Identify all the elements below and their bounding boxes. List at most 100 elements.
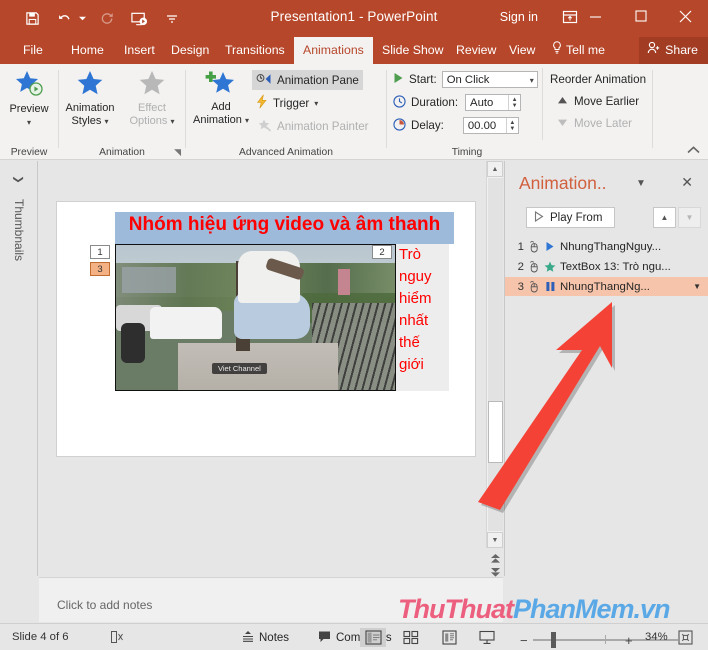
- tab-transitions[interactable]: Transitions: [216, 37, 294, 64]
- mouse-click-icon: [527, 260, 540, 273]
- comment-bubble-icon: [318, 630, 331, 646]
- tab-home[interactable]: Home: [62, 37, 113, 64]
- animation-move-up-icon[interactable]: ▲: [653, 207, 676, 228]
- animation-pane: Animation.. ▼ ✕ Play From ▲ ▼ 1 NhungTha…: [504, 161, 708, 576]
- delay-spinner[interactable]: ▲ ▼: [505, 118, 518, 133]
- slide-number-indicator[interactable]: Slide 4 of 6: [12, 631, 69, 643]
- trigger-button[interactable]: Trigger ▾: [252, 93, 322, 113]
- animation-item-1[interactable]: 1 NhungThangNguy...: [505, 237, 708, 256]
- tab-view[interactable]: View: [500, 37, 544, 64]
- duration-clock-icon: [393, 94, 406, 111]
- duration-spinner[interactable]: ▲ ▼: [508, 95, 520, 110]
- animation-styles-line2: Styles ▾: [71, 114, 109, 127]
- scroll-up-icon[interactable]: ▲: [487, 161, 503, 177]
- start-row: Start: On Click ▾: [393, 71, 538, 88]
- start-label: Start:: [409, 73, 437, 86]
- slide-title-placeholder[interactable]: Nhóm hiệu ứng video và âm thanh: [115, 212, 454, 244]
- mouse-click-icon: [527, 240, 540, 253]
- start-dropdown[interactable]: On Click ▾: [441, 71, 538, 88]
- duration-field[interactable]: Auto ▲ ▼: [465, 94, 522, 111]
- add-animation-caret-icon[interactable]: ▾: [245, 116, 249, 125]
- sign-in-button[interactable]: Sign in: [500, 10, 538, 24]
- animation-pane-menu-icon[interactable]: ▼: [636, 178, 646, 189]
- notes-icon: [242, 630, 254, 646]
- tab-design[interactable]: Design: [162, 37, 218, 64]
- duration-label: Duration:: [411, 96, 459, 109]
- normal-view-button[interactable]: [360, 628, 386, 647]
- slide-sorter-view-button[interactable]: [398, 628, 424, 647]
- spell-check-icon[interactable]: [110, 630, 125, 647]
- lightbulb-icon: [552, 37, 562, 64]
- maximize-button[interactable]: [618, 0, 663, 32]
- tab-animations[interactable]: Animations: [294, 37, 373, 64]
- duration-row: Duration: Auto ▲ ▼: [393, 94, 522, 111]
- animation-item-1-number: 1: [517, 240, 524, 253]
- thumbnails-rail[interactable]: ❯ Thumbnails: [0, 161, 38, 576]
- zoom-in-button[interactable]: +: [625, 633, 633, 648]
- minimize-button[interactable]: [573, 0, 618, 32]
- tell-me-box[interactable]: Tell me: [543, 37, 614, 64]
- move-later-button[interactable]: Move Later: [557, 117, 632, 130]
- reading-view-button[interactable]: [436, 628, 462, 647]
- video-bystander: [121, 323, 145, 363]
- animation-tag-3[interactable]: 3: [90, 262, 110, 276]
- scrollbar-track[interactable]: [488, 178, 503, 531]
- start-chevron-down-icon[interactable]: ▾: [530, 76, 534, 85]
- animation-tag-2[interactable]: 2: [372, 245, 392, 259]
- slide-canvas[interactable]: Nhóm hiệu ứng video và âm thanh Viet Cha…: [56, 201, 476, 457]
- collapse-ribbon-icon[interactable]: [687, 146, 700, 157]
- effect-options-star-icon: [121, 70, 183, 100]
- zoom-slider-thumb[interactable]: [551, 632, 556, 648]
- previous-slide-icon[interactable]: [489, 552, 502, 565]
- close-button[interactable]: [663, 0, 708, 32]
- tab-slide-show[interactable]: Slide Show: [373, 37, 453, 64]
- trigger-caret-icon[interactable]: ▾: [314, 99, 318, 108]
- tab-review[interactable]: Review: [447, 37, 505, 64]
- slide-vertical-scrollbar[interactable]: ▲ ▼: [486, 161, 503, 548]
- watermark-part-2: PhanMem.vn: [512, 594, 671, 624]
- slide-video-object[interactable]: Viet Channel: [115, 244, 396, 391]
- animation-item-3-dropdown-icon[interactable]: ▼: [693, 282, 701, 291]
- move-earlier-button[interactable]: Move Earlier: [557, 95, 639, 108]
- move-later-down-icon: [557, 117, 568, 130]
- animation-styles-button[interactable]: Animation Styles ▾: [59, 68, 121, 128]
- animation-pane-button[interactable]: Animation Pane: [252, 70, 363, 90]
- animation-move-down-icon[interactable]: ▼: [678, 207, 701, 228]
- animation-styles-line1: Animation: [65, 102, 115, 114]
- side-text-line-4: nhất: [399, 312, 429, 329]
- zoom-percentage[interactable]: 34%: [645, 631, 668, 643]
- animation-pane-close-icon[interactable]: ✕: [681, 174, 693, 191]
- slide-show-view-button[interactable]: [474, 628, 500, 647]
- watermark-part-1: ThuThuat: [398, 594, 514, 624]
- preview-caret-icon[interactable]: ▾: [27, 118, 31, 127]
- tab-insert[interactable]: Insert: [115, 37, 164, 64]
- play-from-button[interactable]: Play From: [526, 207, 615, 228]
- move-earlier-label: Move Earlier: [574, 95, 640, 108]
- delay-field[interactable]: 00.00 ▲ ▼: [462, 117, 519, 134]
- ribbon-separator-timing-inner: [542, 68, 543, 140]
- effect-options-caret-icon[interactable]: ▾: [170, 117, 174, 126]
- animation-painter-button[interactable]: Animation Painter: [252, 116, 373, 136]
- notes-button[interactable]: Notes: [242, 630, 289, 646]
- zoom-out-button[interactable]: −: [520, 633, 528, 648]
- preview-button[interactable]: Preview ▾: [0, 68, 60, 128]
- effect-options-button[interactable]: Effect Options ▾: [121, 68, 183, 128]
- scrollbar-thumb[interactable]: [488, 401, 503, 463]
- group-label-animation: Animation: [99, 147, 145, 158]
- tell-me-label: Tell me: [566, 43, 605, 57]
- add-animation-button[interactable]: Add Animation ▾: [190, 68, 252, 127]
- fit-to-window-icon[interactable]: [678, 630, 693, 648]
- share-button[interactable]: Share: [639, 37, 708, 64]
- chevron-right-icon[interactable]: ❯: [13, 175, 24, 183]
- animation-tag-1[interactable]: 1: [90, 245, 110, 259]
- animation-styles-caret-icon[interactable]: ▾: [105, 117, 109, 126]
- tab-file[interactable]: File: [14, 37, 52, 64]
- side-text-line-3: hiểm: [399, 290, 432, 307]
- scroll-down-icon[interactable]: ▼: [487, 532, 503, 548]
- slide-textbox-13[interactable]: Trò nguy hiểm nhất thế giới: [396, 244, 449, 391]
- animation-item-2[interactable]: 2 TextBox 13: Trò ngu...: [505, 257, 708, 276]
- thumbnails-label: Thumbnails: [12, 199, 26, 262]
- effect-options-line2: Options ▾: [129, 114, 175, 127]
- animation-item-3[interactable]: 3 NhungThangNg... ▼: [505, 277, 708, 296]
- animation-dialog-launcher[interactable]: ◥: [174, 147, 181, 158]
